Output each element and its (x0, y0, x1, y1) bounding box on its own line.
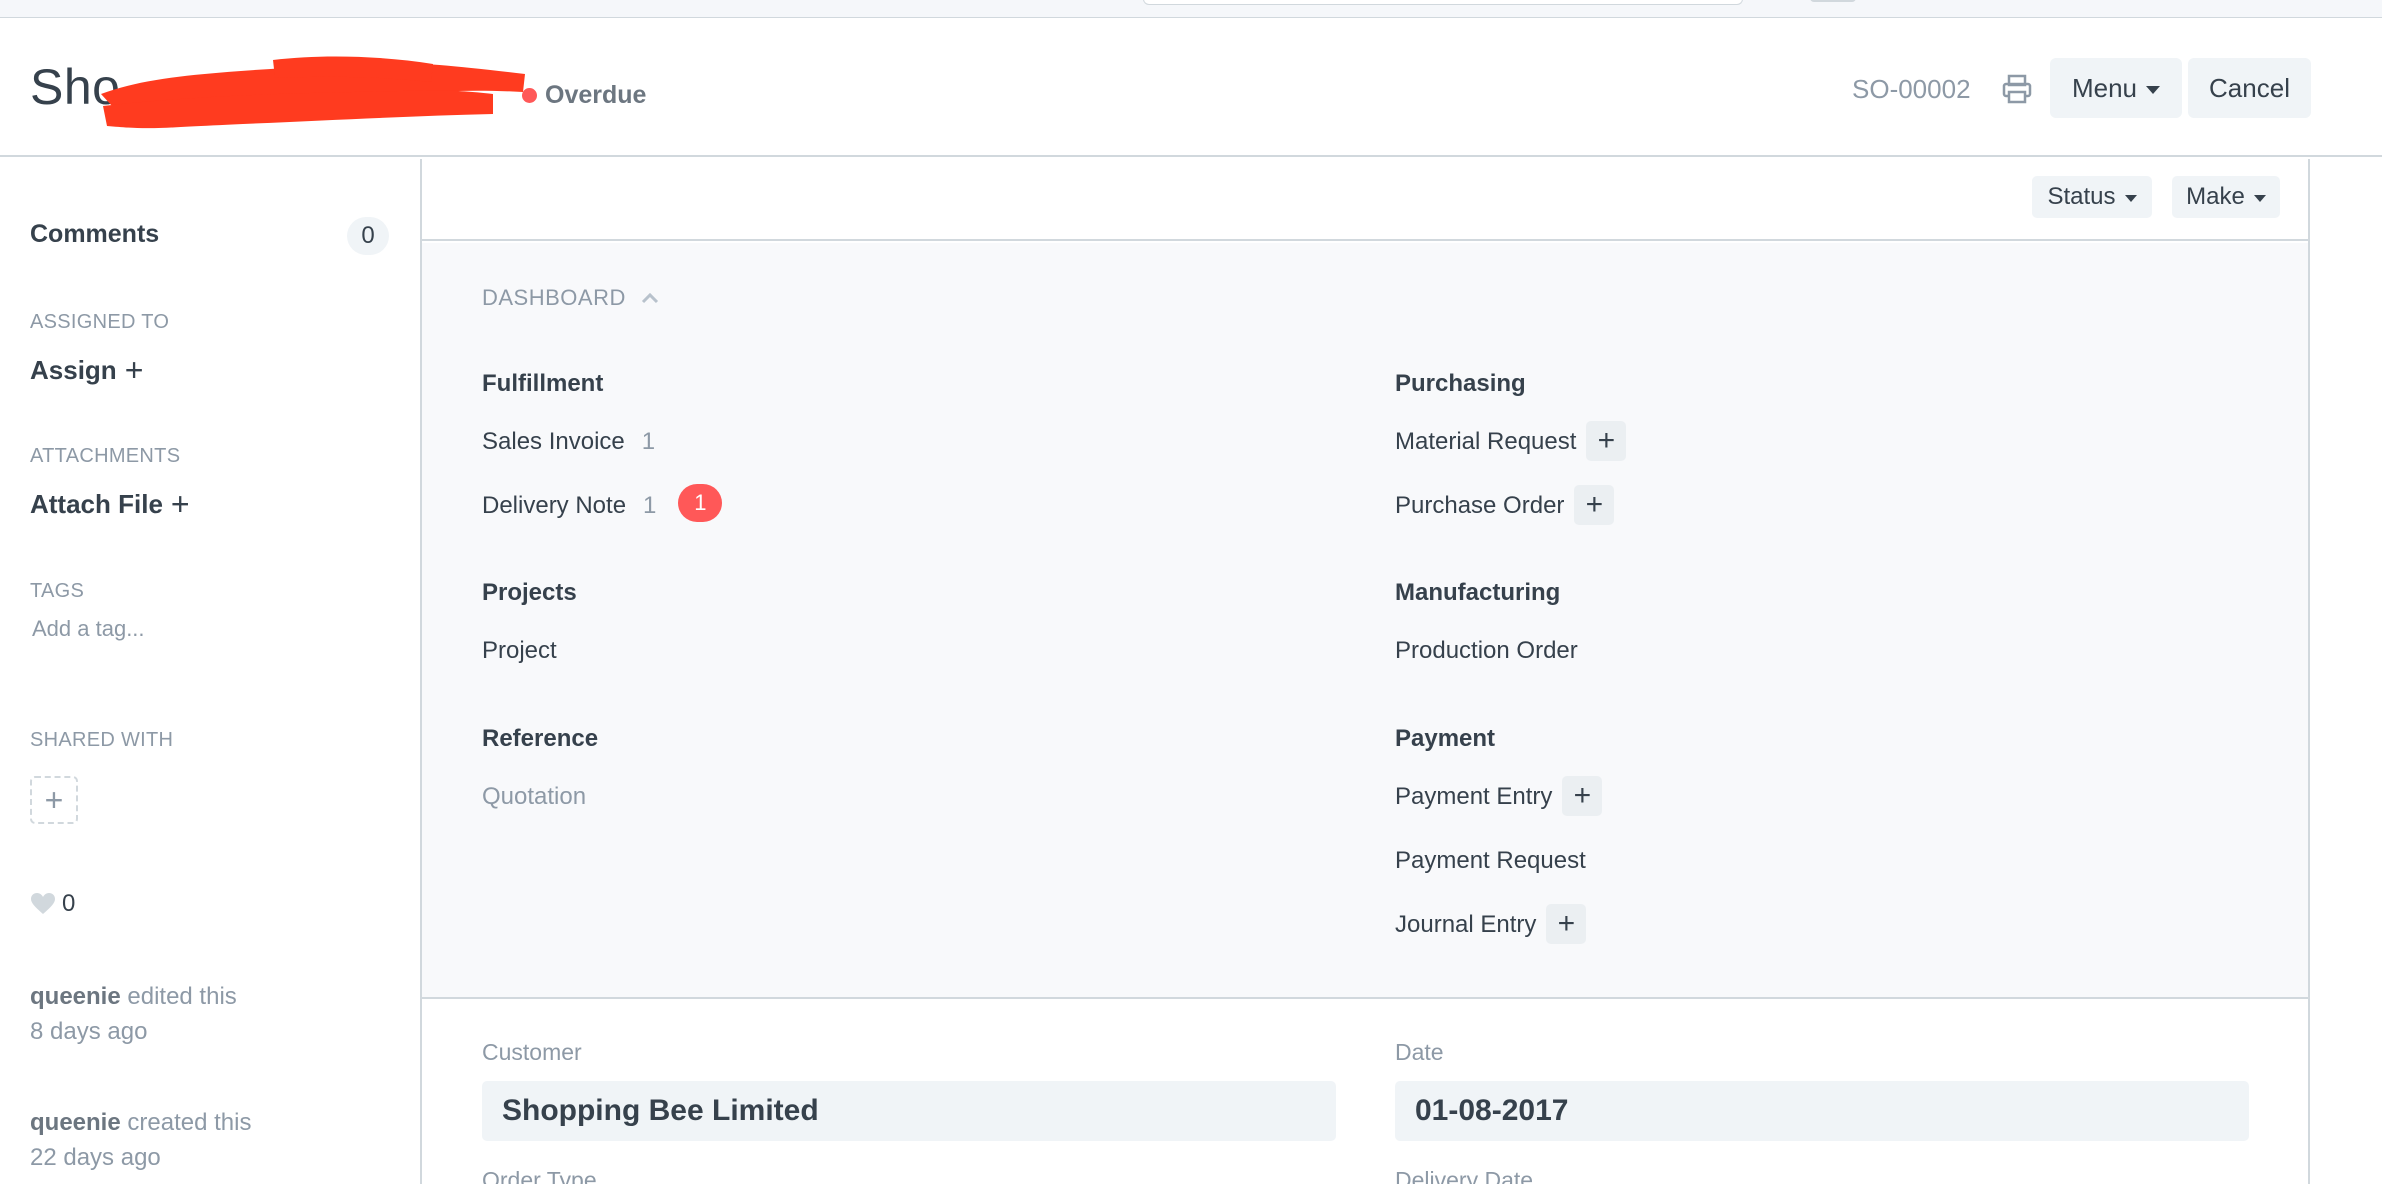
dashboard-toggle[interactable]: DASHBOARD (482, 285, 660, 311)
link-payment-entry[interactable]: Payment Entry + (1395, 776, 1603, 847)
likes-count: 0 (62, 890, 76, 917)
form-sidebar: Comments 0 ASSIGNED TO Assign + ATTACHME… (0, 159, 420, 1184)
group-title: Payment (1395, 725, 1496, 752)
add-share-button[interactable]: + (30, 776, 78, 824)
link-label: Payment Entry (1395, 783, 1553, 810)
link-project[interactable]: Project (482, 637, 577, 701)
plus-icon: + (44, 781, 64, 818)
redaction-scribble (101, 56, 525, 129)
assign-button[interactable]: Assign + (30, 354, 143, 386)
attach-file-button[interactable]: Attach File + (30, 488, 190, 520)
dashboard-group-manufacturing: Manufacturing Production Order (1395, 579, 1578, 701)
caret-down-icon (2253, 195, 2266, 202)
plus-icon: + (124, 352, 144, 388)
status-indicator: Overdue (522, 81, 646, 110)
form-toolbar: Status Make (422, 159, 2308, 241)
make-button-label: Make (2186, 183, 2245, 210)
add-new-plus-icon[interactable]: + (1586, 421, 1627, 461)
link-quotation[interactable]: Quotation (482, 783, 598, 847)
attachments-label: ATTACHMENTS (30, 445, 181, 467)
timeline-action: edited this (127, 983, 237, 1010)
heart-icon (31, 893, 55, 914)
assigned-to-label: ASSIGNED TO (30, 311, 170, 333)
link-delivery-note[interactable]: Delivery Note 1 1 (482, 484, 723, 556)
dashboard-title: DASHBOARD (482, 285, 626, 310)
link-label: Delivery Note (482, 492, 627, 519)
group-title: Manufacturing (1395, 579, 1561, 606)
likes[interactable]: 0 (30, 890, 75, 918)
date-label: Date (1395, 1039, 1444, 1065)
page-head: Sho Overdue SO-00002 Menu Cancel (0, 18, 2382, 157)
link-sales-invoice[interactable]: Sales Invoice 1 (482, 428, 722, 492)
link-label: Sales Invoice (482, 428, 625, 455)
attach-file-label: Attach File (30, 488, 163, 519)
cancel-button[interactable]: Cancel (2188, 58, 2311, 118)
link-journal-entry[interactable]: Journal Entry + (1395, 904, 1602, 975)
add-tag-input[interactable]: Add a tag... (32, 616, 145, 642)
timeline-item: queenie created this 22 days ago (30, 1105, 251, 1175)
timeline-user[interactable]: queenie (30, 1109, 121, 1136)
link-label: Project (482, 637, 557, 664)
navbar-search-input[interactable] (1143, 0, 1743, 5)
form-layout: Status Make DASHBOARD Fulfillment Sales … (420, 159, 2310, 1184)
top-navbar (0, 0, 2382, 18)
plus-icon: + (170, 486, 190, 522)
caret-down-icon (2124, 195, 2137, 202)
timeline-action: created this (127, 1109, 252, 1136)
group-title: Fulfillment (482, 370, 604, 397)
link-count: 1 (641, 428, 656, 455)
order-type-label: Order Type (482, 1167, 597, 1184)
add-new-plus-icon[interactable]: + (1546, 904, 1587, 944)
link-label: Quotation (482, 783, 587, 810)
link-count: 1 (643, 492, 657, 519)
timeline-user[interactable]: queenie (30, 983, 121, 1010)
link-material-request[interactable]: Material Request + (1395, 421, 1627, 492)
link-payment-request[interactable]: Payment Request (1395, 847, 1602, 911)
timeline-item: queenie edited this 8 days ago (30, 979, 237, 1049)
chevron-up-icon (641, 292, 658, 304)
link-label: Payment Request (1395, 847, 1586, 874)
customer-field[interactable]: Shopping Bee Limited (482, 1081, 1336, 1141)
dashboard-group-reference: Reference Quotation (482, 725, 598, 847)
add-new-plus-icon[interactable]: + (1574, 485, 1615, 525)
dashboard-section: DASHBOARD Fulfillment Sales Invoice 1 De… (422, 243, 2308, 999)
open-count-badge[interactable]: 1 (678, 484, 723, 522)
menu-button-label: Menu (2071, 72, 2138, 103)
link-label: Purchase Order (1395, 492, 1565, 519)
comments-count-badge: 0 (347, 217, 389, 255)
group-title: Projects (482, 579, 577, 606)
link-label: Material Request (1395, 428, 1577, 455)
menu-button[interactable]: Menu (2050, 58, 2182, 118)
dashboard-group-projects: Projects Project (482, 579, 577, 701)
status-text: Overdue (545, 81, 647, 109)
comments-label[interactable]: Comments (30, 220, 159, 249)
group-title: Reference (482, 725, 599, 752)
timeline-time: 8 days ago (30, 1018, 148, 1045)
dashboard-group-fulfillment: Fulfillment Sales Invoice 1 Delivery Not… (482, 370, 723, 556)
delivery-date-label: Delivery Date (1395, 1167, 1534, 1184)
status-dot-icon (522, 88, 537, 103)
timeline-time: 22 days ago (30, 1144, 161, 1171)
make-dropdown-button[interactable]: Make (2172, 176, 2280, 218)
assign-label: Assign (30, 354, 117, 385)
printer-icon[interactable] (2000, 72, 2034, 106)
dashboard-group-payment: Payment Payment Entry + Payment Request … (1395, 725, 1603, 975)
customer-label: Customer (482, 1039, 582, 1065)
shared-with-label: SHARED WITH (30, 729, 174, 751)
link-label: Production Order (1395, 637, 1578, 664)
link-label: Journal Entry (1395, 911, 1537, 938)
status-button-label: Status (2047, 183, 2116, 210)
document-name: SO-00002 (1852, 74, 1971, 104)
navbar-user-menu[interactable] (1810, 0, 1856, 2)
dashboard-group-purchasing: Purchasing Material Request + Purchase O… (1395, 370, 1627, 556)
date-field[interactable]: 01-08-2017 (1395, 1081, 2249, 1141)
caret-down-icon (2146, 85, 2161, 94)
group-title: Purchasing (1395, 370, 1526, 397)
link-production-order[interactable]: Production Order (1395, 637, 1578, 701)
add-new-plus-icon[interactable]: + (1562, 776, 1603, 816)
link-purchase-order[interactable]: Purchase Order + (1395, 485, 1626, 556)
tags-label: TAGS (30, 580, 85, 602)
status-dropdown-button[interactable]: Status (2032, 176, 2152, 218)
